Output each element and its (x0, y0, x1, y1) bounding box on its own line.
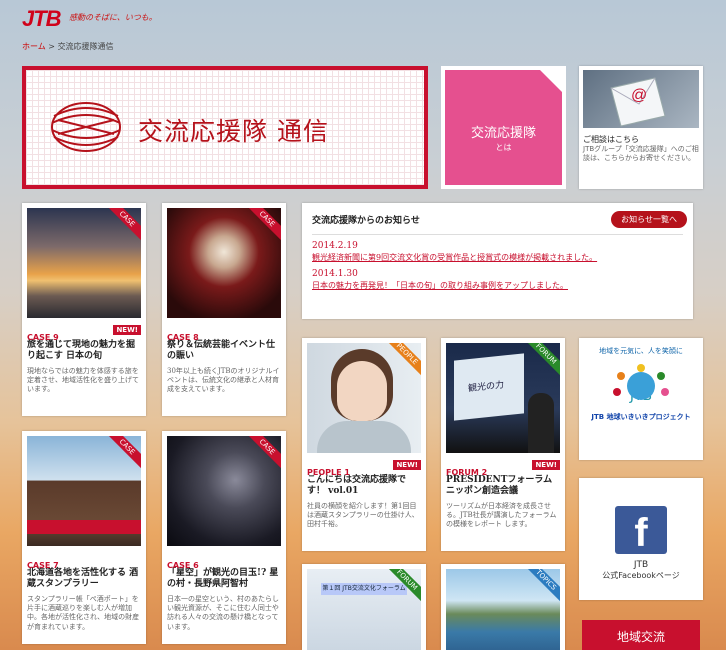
project-name: JTB 地球いきいきプロジェクト (591, 413, 691, 421)
card-desc: 30年以上も続くJTBのオリジナルイベントは、伝統文化の継承と人材育成を支えてい… (167, 366, 280, 394)
person-body (317, 421, 411, 453)
presentation-screen: 観光の力 (454, 353, 524, 421)
contact-image: @ (583, 70, 699, 128)
about-subtitle: とは (495, 143, 512, 152)
case-card-8[interactable]: CASE CASE 8 祭り＆伝統芸能イベント仕の賑い 30年以上も続くJTBの… (162, 203, 286, 416)
card-title[interactable]: 祭り＆伝統芸能イベント仕の賑い (167, 340, 281, 363)
card-title[interactable]: こんにちは交流応援隊です！ vol.01 (307, 475, 421, 498)
contact-card[interactable]: @ ご相談はこちら JTBグループ「交流応援隊」へのご相談は、こちらからお寄せく… (579, 66, 703, 189)
case-tag: CASE 7 (27, 561, 59, 570)
person-face (337, 361, 387, 421)
coast-photo: TOPICS (446, 569, 560, 650)
people-card-1[interactable]: PEOPLE PEOPLE 1 NEW! こんにちは交流応援隊です！ vol.01… (302, 338, 426, 551)
forum-photo: 観光の力 FORUM (446, 343, 560, 453)
exchange-logo-icon (51, 102, 121, 152)
news-panel: 交流応援隊からのお知らせ お知らせ一覧へ 2014.2.19 観光経済新聞に第9… (302, 203, 693, 319)
forum-card-2[interactable]: 観光の力 FORUM FORUM 2 NEW! PRESIDENTフォーラム ニッ… (441, 338, 565, 551)
case-card-9[interactable]: CASE CASE 9 NEW! 旅を通じて現地の魅力を掘り起こす 日本の旬 現地… (22, 203, 146, 416)
project-tagline: 地域を元気に、人を笑顔に (599, 347, 683, 355)
card-title[interactable]: 「星空」が観光の目玉!? 星の村・長野県阿智村 (167, 568, 281, 591)
person-photo: PEOPLE (307, 343, 421, 453)
breadcrumb-separator: > (45, 42, 58, 51)
topics-card[interactable]: TOPICS (441, 564, 565, 650)
regional-exchange-banner[interactable]: 地域交流 (582, 620, 700, 650)
starry-sky-photo: CASE (167, 436, 281, 546)
case-ribbon: CASE (100, 208, 141, 246)
card-title[interactable]: PRESIDENTフォーラム ニッポン創造会議 (446, 475, 560, 498)
breadcrumb-current: 交流応援隊通信 (57, 42, 114, 51)
tagline: 感動のそばに、いつも。 (69, 13, 157, 22)
case-card-7[interactable]: CASE CASE 7 北海道各地を活性化する 酒蔵スタンプラリー スタンプラリ… (22, 431, 146, 644)
card-desc: ツーリズムが日本経済を成長させる。JTB社長が講演したフォーラムの模様をレポート… (446, 501, 557, 529)
envelope-icon: @ (610, 77, 666, 127)
case-tag: CASE 9 (27, 333, 59, 342)
breadcrumb: ホーム > 交流応援隊通信 (22, 41, 114, 52)
about-button[interactable]: 交流応援隊 とは (441, 66, 566, 189)
card-desc: 社員の横顔を紹介します！第1回目は酒蔵スタンプラリーの仕掛け人、田村千裕。 (307, 501, 419, 529)
forum-banner: 第１回 JTB交流文化フォーラム (321, 583, 407, 595)
new-badge: NEW! (393, 460, 421, 470)
contact-heading: ご相談はこちら (583, 135, 639, 144)
people-ribbon: PEOPLE (380, 343, 421, 381)
speaker (528, 393, 554, 453)
new-badge: NEW! (532, 460, 560, 470)
jtb-logo[interactable]: JTB (22, 6, 62, 32)
card-title[interactable]: 北海道各地を活性化する 酒蔵スタンプラリー (27, 568, 141, 591)
forum-card-bottom[interactable]: 第１回 JTB交流文化フォーラム FORUM (302, 564, 426, 650)
at-symbol: @ (631, 87, 647, 104)
forum-stage-photo: 第１回 JTB交流文化フォーラム FORUM (307, 569, 421, 650)
news-link[interactable]: 観光経済新聞に第9回交流文化賞の受賞作品と授賞式の模様が掲載されました。 (312, 252, 683, 263)
new-badge: NEW! (113, 325, 141, 335)
corner-fold (540, 70, 562, 92)
sunset-photo: CASE (27, 208, 141, 318)
facebook-jtb: JTB (633, 560, 649, 570)
about-title: 交流応援隊 (470, 126, 536, 141)
hero-title: 交流応援隊 通信 (138, 117, 329, 146)
card-desc: 日本一の星空という、村のあたらしい観光資源が、そこに住む人同士や訪れる人々の交流… (167, 594, 279, 631)
forum-tag: FORUM 2 (446, 468, 488, 477)
divider (312, 234, 683, 235)
news-date: 2014.2.19 (312, 241, 358, 251)
case-ribbon: CASE (240, 436, 281, 474)
case-ribbon: CASE (240, 208, 281, 246)
facebook-banner[interactable]: f JTB 公式Facebookページ (579, 478, 703, 600)
jtb-earth-project-banner[interactable]: 地域を元気に、人を笑顔に JTB JTB 地球いきいきプロジェクト (579, 338, 703, 460)
card-desc: スタンプラリー帳「ぺ酒ポート」を片手に酒蔵巡りを楽しむ人が増加中。各地が活性化さ… (27, 594, 140, 631)
people-tag: PEOPLE 1 (307, 468, 350, 477)
case-tag: CASE 6 (167, 561, 199, 570)
case-tag: CASE 8 (167, 333, 199, 342)
forum-ribbon: FORUM (519, 343, 560, 381)
card-desc: 現地ならではの魅力を体感する旅を定着させ、地域活性化を盛り上げています。 (27, 366, 139, 394)
slide-text: 観光の力 (468, 380, 505, 395)
contact-body: JTBグループ「交流応援隊」へのご相談は、こちらからお寄せください。 (583, 145, 699, 163)
breadcrumb-home-link[interactable]: ホーム (22, 42, 46, 51)
earth-people-icon (613, 364, 669, 400)
news-link[interactable]: 日本の魅力を再発見！「日本の旬」の取り組み事例をアップしました。 (312, 280, 683, 291)
festival-photo: CASE (167, 208, 281, 318)
facebook-icon: f (615, 506, 667, 555)
case-ribbon: CASE (100, 436, 141, 474)
news-date: 2014.1.30 (312, 269, 358, 279)
news-list-button[interactable]: お知らせ一覧へ (611, 211, 687, 228)
card-title[interactable]: 旅を通じて現地の魅力を掘り起こす 日本の旬 (27, 340, 141, 363)
topics-ribbon: TOPICS (519, 569, 560, 607)
brewery-photo: CASE (27, 436, 141, 546)
case-card-6[interactable]: CASE CASE 6 「星空」が観光の目玉!? 星の村・長野県阿智村 日本一の… (162, 431, 286, 644)
facebook-label: 公式Facebookページ (602, 571, 680, 580)
awning (27, 520, 141, 534)
hero-banner: 交流応援隊 通信 (22, 66, 428, 189)
